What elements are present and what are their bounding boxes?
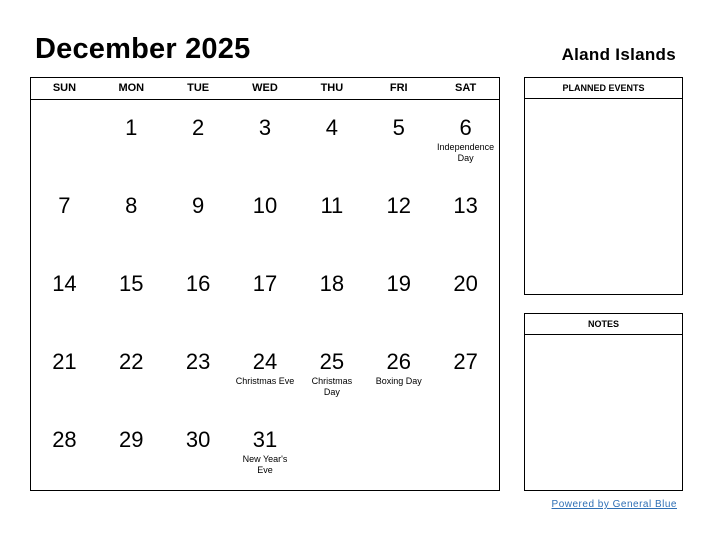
day-cell: 31 New Year's Eve [232, 412, 299, 490]
weekday-sun: SUN [52, 82, 77, 94]
holiday-label: New Year's Eve [242, 454, 288, 475]
holiday-label: Boxing Day [375, 376, 422, 386]
day-cell: 29 [98, 412, 165, 490]
day-cell: 15 [98, 256, 165, 334]
day-cell: 10 [232, 178, 299, 256]
day-cell: 9 [165, 178, 232, 256]
day-cell: 16 [165, 256, 232, 334]
day-cell: 23 [165, 334, 232, 412]
day-number: 7 [58, 193, 71, 218]
day-number: 9 [192, 193, 205, 218]
day-number: 20 [453, 271, 478, 296]
day-cell: 8 [98, 178, 165, 256]
calendar-grid: SUN MON TUE WED THU FRI SAT 1 2 3 4 5 6 Indepe… [30, 77, 500, 491]
day-number: 4 [325, 115, 338, 140]
weekday-fri: FRI [389, 82, 408, 94]
weeks: 1 2 3 4 5 6 Independence Day 7 8 9 10 11 12 13 14 15 16 1… [31, 100, 499, 490]
day-number: 18 [319, 271, 345, 296]
week-row: 21 22 23 24 Christmas Eve 25 Christmas Day 26 Bo… [31, 334, 499, 412]
day-number: 2 [192, 115, 205, 140]
day-number: 13 [453, 193, 478, 218]
day-cell: 5 [365, 100, 432, 178]
notes-heading: NOTES [525, 314, 682, 335]
day-cell: 11 [298, 178, 365, 256]
day-cell: 26 Boxing Day [365, 334, 432, 412]
day-cell: 13 [432, 178, 499, 256]
page-title: December 2025 [35, 33, 251, 65]
week-row: 1 2 3 4 5 6 Independence Day [31, 100, 499, 178]
day-number: 22 [119, 349, 144, 374]
day-cell: 17 [232, 256, 299, 334]
day-number: 10 [252, 193, 278, 218]
day-number: 25 [319, 349, 345, 374]
holiday-label: Independence Day [437, 142, 495, 163]
day-number: 19 [386, 271, 411, 296]
day-number: 24 [252, 349, 278, 374]
day-cell: 20 [432, 256, 499, 334]
day-cell: 3 [232, 100, 299, 178]
week-row: 14 15 16 17 18 19 20 [31, 256, 499, 334]
day-cell: 18 [298, 256, 365, 334]
planned-events-heading: PLANNED EVENTS [525, 78, 682, 99]
holiday-label: Christmas Eve [235, 376, 295, 386]
day-cell: 4 [298, 100, 365, 178]
day-cell: 12 [365, 178, 432, 256]
day-cell [31, 100, 98, 178]
day-number: 5 [392, 115, 405, 140]
day-number: 16 [185, 271, 211, 296]
day-number: 11 [320, 193, 344, 218]
notes-panel: NOTES [524, 313, 683, 491]
day-cell: 21 [31, 334, 98, 412]
day-number: 23 [185, 349, 211, 374]
day-cell: 27 [432, 334, 499, 412]
day-number: 31 [252, 427, 278, 452]
weekday-wed: WED [252, 82, 278, 94]
weekday-mon: MON [118, 82, 145, 94]
day-cell: 19 [365, 256, 432, 334]
day-number: 12 [386, 193, 411, 218]
day-cell: 6 Independence Day [432, 100, 499, 178]
day-number: 15 [119, 271, 144, 296]
day-cell: 30 [165, 412, 232, 490]
holiday-label: Christmas Day [311, 376, 353, 397]
day-cell [365, 412, 432, 490]
day-cell [298, 412, 365, 490]
weekday-sat: SAT [454, 82, 477, 94]
week-row: 7 8 9 10 11 12 13 [31, 178, 499, 256]
day-cell: 7 [31, 178, 98, 256]
day-number: 30 [185, 427, 211, 452]
day-number: 21 [52, 349, 77, 374]
powered-by-link[interactable]: Powered by General Blue [552, 499, 677, 510]
day-cell [432, 412, 499, 490]
day-number: 6 [459, 115, 472, 140]
day-cell: 22 [98, 334, 165, 412]
planned-events-panel: PLANNED EVENTS [524, 77, 683, 295]
region-name: Aland Islands [561, 45, 676, 64]
day-number: 1 [125, 115, 138, 140]
weekday-thu: THU [320, 82, 344, 94]
day-cell: 2 [165, 100, 232, 178]
day-number: 29 [119, 427, 144, 452]
day-number: 28 [52, 427, 77, 452]
week-row: 28 29 30 31 New Year's Eve [31, 412, 499, 490]
day-number: 3 [258, 115, 272, 140]
day-number: 26 [386, 349, 411, 374]
day-cell: 1 [98, 100, 165, 178]
day-cell: 25 Christmas Day [298, 334, 365, 412]
day-cell: 14 [31, 256, 98, 334]
day-cell: 28 [31, 412, 98, 490]
day-number: 17 [252, 271, 278, 296]
day-number: 8 [125, 193, 138, 218]
weekday-tue: TUE [187, 82, 210, 94]
weekday-header: SUN MON TUE WED THU FRI SAT [31, 78, 499, 100]
day-number: 27 [453, 349, 478, 374]
day-number: 14 [52, 271, 77, 296]
day-cell: 24 Christmas Eve [232, 334, 299, 412]
